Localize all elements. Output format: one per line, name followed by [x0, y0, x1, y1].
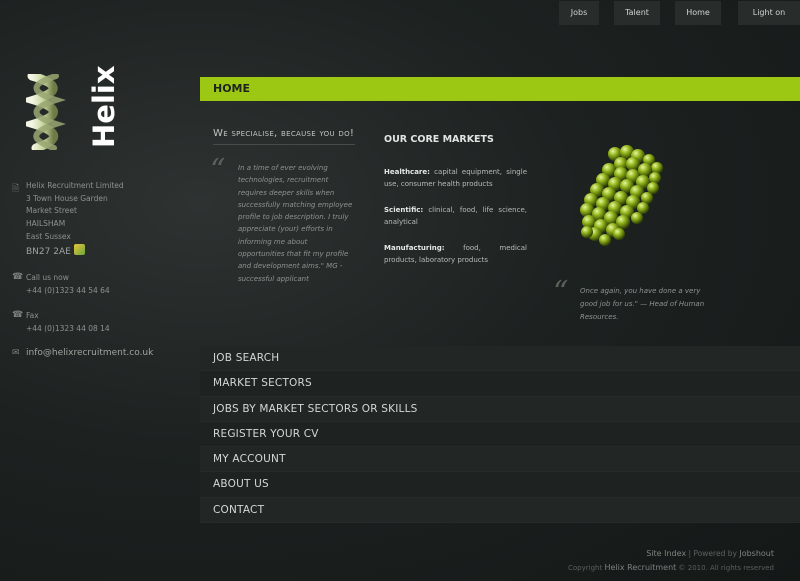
nav-jobs[interactable]: Jobs — [559, 1, 599, 25]
map-badge-icon[interactable] — [73, 243, 85, 255]
nav-light-on[interactable]: Light on — [738, 1, 800, 25]
menu-label: REGISTER YOUR CV — [213, 427, 319, 440]
fax-block: ☎ Fax +44 (0)1323 44 08 14 — [12, 310, 110, 335]
address-line: 3 Town House Garden — [26, 193, 108, 203]
core-market-item: Healthcare: capital equipment, single us… — [384, 166, 527, 191]
copyright-prefix: Copyright — [568, 564, 603, 572]
menu-contact[interactable]: CONTACT — [200, 497, 800, 524]
postcode: BN27 2AE — [26, 246, 71, 257]
molecule-image — [580, 145, 663, 246]
core-market-item: Manufacturing: food, medical products, l… — [384, 242, 527, 267]
menu-register-cv[interactable]: REGISTER YOUR CV — [200, 421, 800, 448]
core-market-label: Scientific: — [384, 206, 424, 214]
top-navigation: Jobs Talent Home Light on — [544, 1, 800, 25]
email-link[interactable]: info@helixrecruitment.co.uk — [26, 347, 153, 360]
menu-about-us[interactable]: ABOUT US — [200, 472, 800, 498]
call-block: ☎ Call us now +44 (0)1323 44 54 64 — [12, 272, 110, 297]
quote-open-icon: “ — [210, 153, 226, 188]
address-line: Market Street — [26, 206, 77, 216]
fax-label: Fax — [26, 311, 39, 320]
menu-market-sectors[interactable]: MARKET SECTORS — [200, 371, 800, 397]
call-label: Call us now — [26, 273, 69, 282]
core-market-item: Scientific: clinical, food, life science… — [384, 204, 527, 229]
menu-label: MY ACCOUNT — [213, 453, 286, 466]
fax-number: +44 (0)1323 44 08 14 — [26, 323, 110, 333]
menu-label: MARKET SECTORS — [213, 377, 312, 390]
jobshout-link[interactable]: Jobshout — [739, 549, 774, 558]
address-line: HAILSHAM — [26, 219, 66, 229]
copyright-suffix: © 2010. All rights reserved — [678, 564, 774, 572]
copyright-brand: Helix Recruitment — [604, 563, 677, 572]
footer-links: Site Index | Powered by Jobshout — [646, 549, 774, 558]
address-line: East Sussex — [26, 231, 71, 241]
address-line: Helix Recruitment Limited — [26, 181, 124, 190]
mail-icon: ✉ — [12, 348, 20, 358]
address-block: 🗎 Helix Recruitment Limited 3 Town House… — [12, 180, 124, 258]
menu-label: JOB SEARCH — [213, 352, 280, 364]
menu-my-account[interactable]: MY ACCOUNT — [200, 447, 800, 473]
core-markets-heading: OUR CORE MARKETS — [384, 134, 494, 145]
document-icon: 🗎 — [12, 184, 20, 194]
core-market-label: Healthcare: — [384, 168, 430, 176]
footer-copyright: Copyright Helix Recruitment © 2010. All … — [568, 563, 774, 572]
postcode-row: BN27 2AE — [26, 243, 124, 259]
site-index-link[interactable]: Site Index — [646, 549, 686, 558]
call-number: +44 (0)1323 44 54 64 — [26, 285, 110, 295]
main-menu: JOB SEARCH MARKET SECTORS JOBS BY MARKET… — [200, 346, 800, 524]
email-block: ✉ info@helixrecruitment.co.uk — [12, 347, 153, 360]
specialise-quote: In a time of ever evolving technologies,… — [238, 164, 353, 283]
helix-logo[interactable]: Helix — [18, 65, 121, 153]
powered-by-label: | Powered by — [688, 549, 737, 558]
quote-open-icon: “ — [553, 275, 569, 310]
page-title: HOME — [213, 82, 251, 95]
menu-label: CONTACT — [213, 503, 265, 516]
menu-job-search[interactable]: JOB SEARCH — [200, 346, 800, 372]
specialise-heading: We specialise, because you do! — [213, 128, 355, 145]
phone-icon: ☎ — [12, 272, 24, 282]
fax-icon: ☎ — [12, 310, 24, 320]
menu-label: ABOUT US — [213, 478, 269, 491]
menu-label: JOBS BY MARKET SECTORS OR SKILLS — [213, 402, 418, 415]
helix-logo-icon — [18, 71, 67, 153]
testimonial-quote: Once again, you have done a very good jo… — [580, 287, 705, 321]
core-market-label: Manufacturing: — [384, 244, 445, 252]
menu-jobs-by-sector[interactable]: JOBS BY MARKET SECTORS OR SKILLS — [200, 396, 800, 422]
page-title-bar: HOME — [200, 77, 800, 101]
logo-text: Helix — [87, 65, 121, 148]
nav-talent[interactable]: Talent — [614, 1, 660, 25]
nav-home[interactable]: Home — [675, 1, 721, 25]
